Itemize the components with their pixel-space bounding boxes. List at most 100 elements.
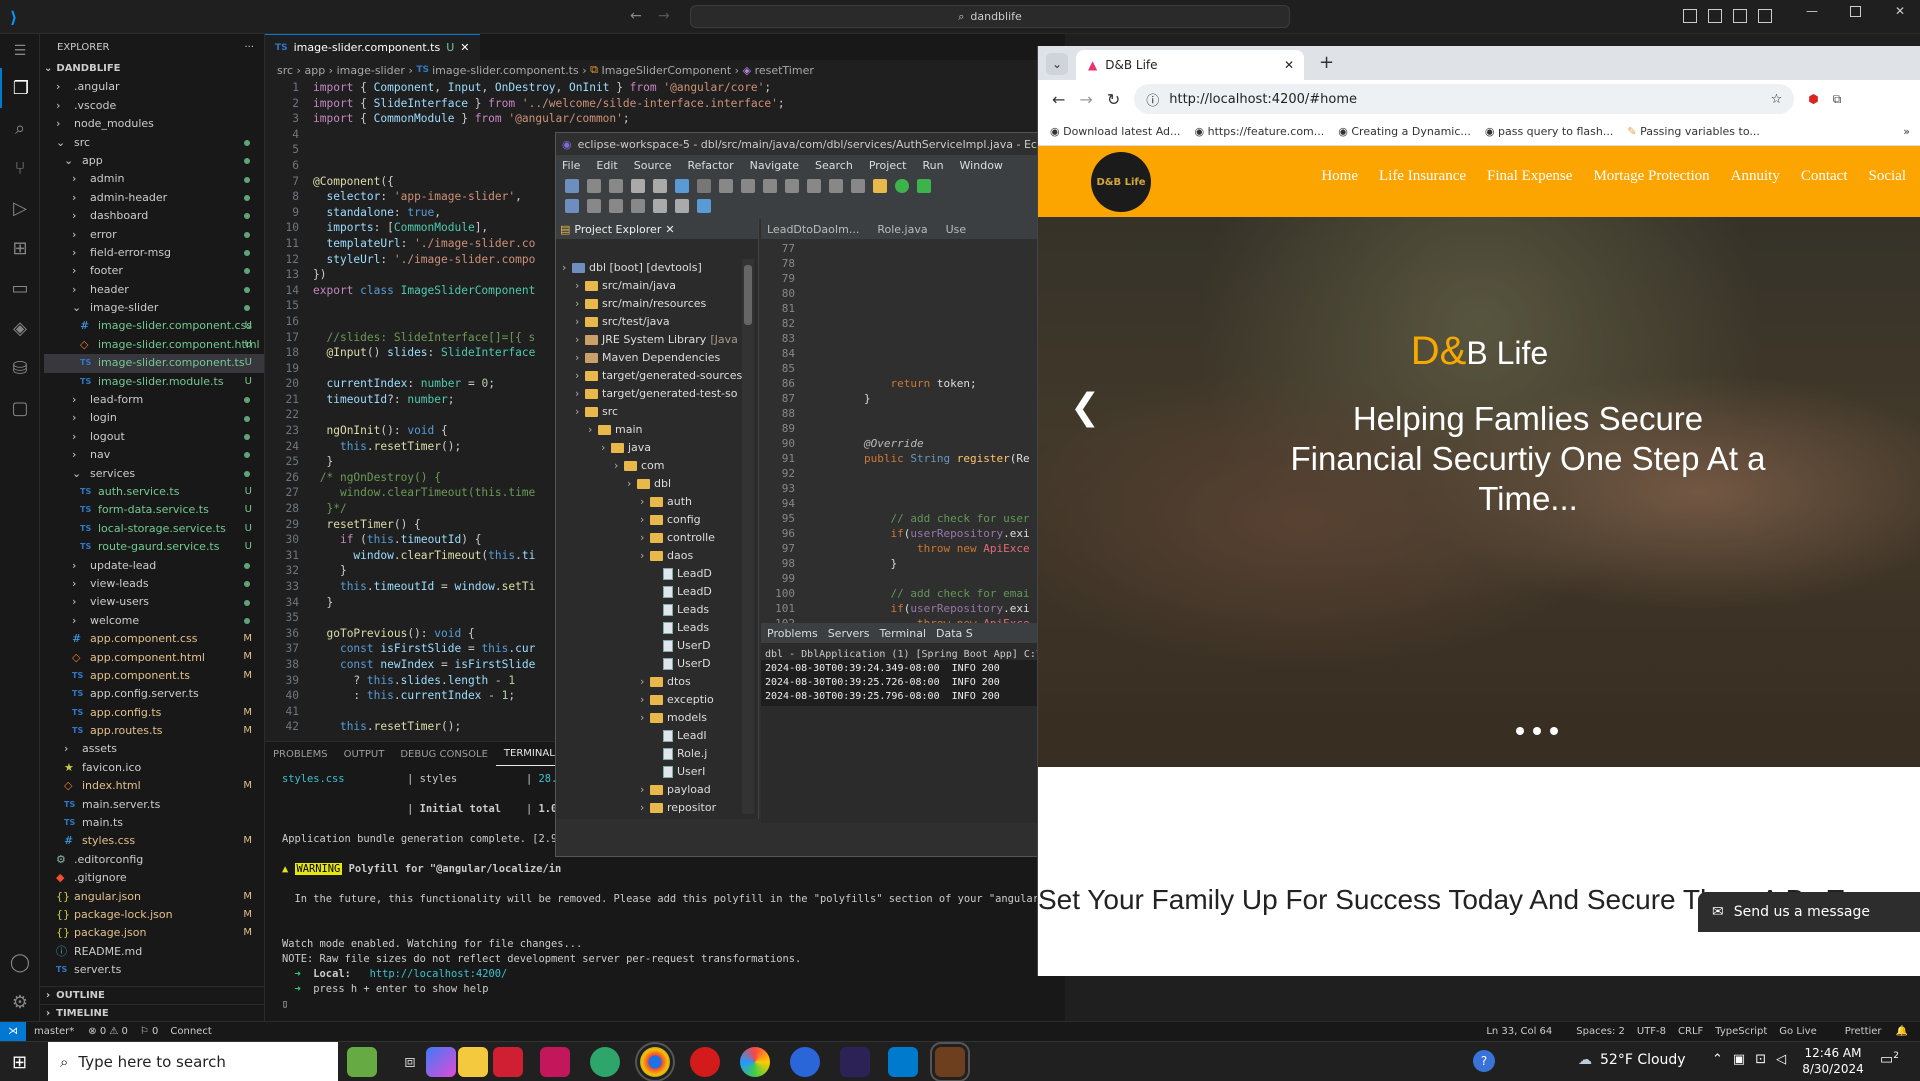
view-tab-terminal[interactable]: Terminal [880, 627, 927, 640]
project-tree-item[interactable]: LeadD [560, 565, 758, 583]
terminate-icon[interactable] [763, 179, 777, 193]
tree-item[interactable]: TS form-data.service.ts U [44, 501, 264, 519]
breadcrumb-item[interactable]: app [304, 64, 325, 77]
tree-item[interactable]: › .angular [44, 78, 264, 96]
tree-item[interactable]: › update-lead [44, 557, 264, 575]
toggle-secondary-sidebar-icon[interactable] [1733, 9, 1747, 23]
tree-toggle-icon[interactable]: › [640, 547, 650, 565]
tree-item[interactable]: › admin-header [44, 189, 264, 207]
run-debug-icon[interactable]: ▷ [0, 188, 40, 228]
project-tree-item[interactable]: Leads [560, 601, 758, 619]
terminal-icon[interactable] [675, 179, 689, 193]
project-tree-item[interactable]: › Maven Dependencies [560, 349, 758, 367]
close-tab-icon[interactable]: ✕ [460, 41, 469, 54]
bookmark-item[interactable]: ◉ https://feature.com... [1195, 125, 1325, 138]
forward-icon[interactable]: → [1079, 90, 1092, 109]
tree-item[interactable]: ★ favicon.ico [44, 759, 264, 777]
new-tab-icon[interactable]: + [1319, 52, 1334, 73]
account-icon[interactable]: ◯ [0, 942, 40, 982]
tree-item[interactable]: {} angular.json M [44, 888, 264, 906]
breadcrumb-item[interactable]: image-slider [337, 64, 405, 77]
help-icon[interactable]: ? [1473, 1050, 1495, 1072]
project-tree-item[interactable]: › java [560, 439, 758, 457]
open-task-icon[interactable] [587, 199, 601, 213]
go-live[interactable]: Go Live [1779, 1026, 1816, 1037]
project-tree-item[interactable]: › src/main/resources [560, 295, 758, 313]
redo-icon[interactable] [653, 179, 667, 193]
close-view-icon[interactable]: ✕ [665, 223, 674, 236]
intellij-icon[interactable] [493, 1047, 523, 1077]
clock[interactable]: 12:46 AM 8/30/2024 [1802, 1045, 1864, 1077]
perspective-icon[interactable] [697, 199, 711, 213]
git-branch[interactable]: master* [34, 1026, 74, 1037]
project-tree-item[interactable]: › com [560, 457, 758, 475]
editor-tab-user[interactable]: Use [946, 223, 967, 236]
project-tree-item[interactable]: Leads [560, 619, 758, 637]
close-window-icon[interactable]: ✕ [1895, 4, 1905, 18]
tree-toggle-icon[interactable]: › [575, 295, 585, 313]
explorer-scrollbar[interactable] [742, 259, 754, 814]
breadcrumb-item[interactable]: ImageSliderComponent [602, 64, 732, 77]
app-icon[interactable] [590, 1047, 620, 1077]
nav-life-insurance[interactable]: Life Insurance [1379, 168, 1466, 185]
undo-icon[interactable] [631, 179, 645, 193]
weather-widget[interactable]: ☁ 52°F Cloudy [1578, 1052, 1686, 1068]
nav-mortgage-protection[interactable]: Mortage Protection [1593, 168, 1709, 185]
tree-item[interactable]: TS server.ts [44, 961, 264, 979]
tree-toggle-icon[interactable]: › [640, 673, 650, 691]
problems-count[interactable]: ⊗ 0 ⚠ 0 [88, 1026, 128, 1037]
step-over-icon[interactable] [829, 179, 843, 193]
project-tree-item[interactable]: Role.j [560, 745, 758, 763]
annotation-icon[interactable] [631, 199, 645, 213]
frankenstein-icon[interactable] [347, 1047, 377, 1077]
toggle-panel-icon[interactable] [1708, 9, 1722, 23]
tree-item[interactable]: TS image-slider.module.ts U [44, 373, 264, 391]
project-tree-item[interactable]: › JRE System Library [Java [560, 331, 758, 349]
notification-center-icon[interactable]: ▭2 [1880, 1051, 1899, 1068]
bookmark-star-icon[interactable]: ☆ [1771, 92, 1783, 107]
tree-toggle-icon[interactable]: › [575, 403, 585, 421]
bookmark-item[interactable]: ◉ pass query to flash... [1485, 125, 1613, 138]
tree-item[interactable]: ◇ index.html M [44, 777, 264, 795]
project-tree-item[interactable]: › src/test/java [560, 313, 758, 331]
tab-search-icon[interactable]: ⌄ [1046, 53, 1068, 75]
bookmark-item[interactable]: ✎ Passing variables to... [1627, 125, 1760, 138]
tree-item[interactable]: › field-error-msg [44, 244, 264, 262]
prettier[interactable]: Prettier [1845, 1026, 1882, 1037]
project-tree-item[interactable]: › src/main/java [560, 277, 758, 295]
project-tree-item[interactable]: › dbl [boot] [devtools] [560, 259, 758, 277]
run-icon[interactable] [917, 179, 931, 193]
tree-toggle-icon[interactable]: › [562, 259, 572, 277]
photos-icon[interactable] [740, 1047, 770, 1077]
cursor-position[interactable]: Ln 33, Col 64 [1486, 1026, 1552, 1037]
address-bar[interactable]: ⓘ http://localhost:4200/#home ☆ [1134, 84, 1795, 114]
tree-toggle-icon[interactable]: › [575, 313, 585, 331]
extension-shield-icon[interactable]: ⬢ [1808, 92, 1818, 106]
bookmark-item[interactable]: ◉ Creating a Dynamic... [1338, 125, 1471, 138]
editor-tab-leaddtodao[interactable]: LeadDtoDaoIm... [767, 223, 859, 236]
project-tree-item[interactable]: › payload [560, 781, 758, 799]
tree-item[interactable]: # app.component.css M [44, 630, 264, 648]
database-icon[interactable]: ⛁ [0, 348, 40, 388]
tree-toggle-icon[interactable]: › [640, 529, 650, 547]
tray-chevron-icon[interactable]: ⌃ [1712, 1052, 1723, 1067]
view-tab-data[interactable]: Data S [936, 627, 973, 640]
view-tab-problems[interactable]: Problems [767, 627, 818, 640]
outline-section[interactable]: › OUTLINE [40, 986, 265, 1004]
game-icon[interactable] [930, 1042, 970, 1081]
project-tree-item[interactable]: › exceptio [560, 691, 758, 709]
new-icon[interactable] [565, 179, 579, 193]
tab-debug-console[interactable]: DEBUG CONSOLE [392, 742, 496, 766]
tree-item[interactable]: ⌄ image-slider [44, 299, 264, 317]
bookmarks-overflow-icon[interactable]: » [1903, 125, 1910, 138]
menu-window[interactable]: Window [960, 159, 1003, 172]
file-explorer-icon[interactable] [458, 1047, 488, 1077]
extensions-puzzle-icon[interactable]: ⧉ [1833, 92, 1842, 107]
manage-gear-icon[interactable]: ⚙ [0, 982, 40, 1022]
opera-icon[interactable] [690, 1047, 720, 1077]
tree-item[interactable]: TS main.ts [44, 814, 264, 832]
tree-toggle-icon[interactable]: › [575, 331, 585, 349]
remote-explorer-icon[interactable]: ▭ [0, 268, 40, 308]
project-tree-item[interactable]: › controlle [560, 529, 758, 547]
suspend-icon[interactable] [741, 179, 755, 193]
